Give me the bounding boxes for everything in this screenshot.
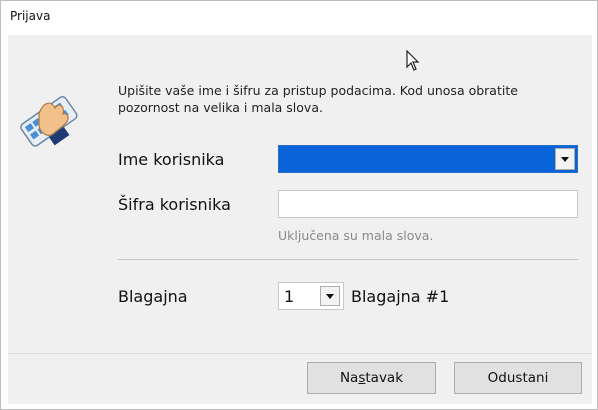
- user-combobox[interactable]: [278, 145, 578, 173]
- register-value: 1: [284, 287, 295, 306]
- password-label: Šifra korisnika: [118, 195, 231, 214]
- next-label-post: tavak: [365, 370, 404, 386]
- register-name: Blagajna #1: [351, 287, 450, 306]
- chevron-down-icon: [561, 156, 569, 162]
- caps-lock-hint: Uključena su mala slova.: [278, 228, 434, 243]
- next-button[interactable]: Na s tavak: [307, 362, 436, 394]
- next-label-pre: Na: [339, 370, 359, 386]
- intro-text: Upišite vaše ime i šifru za pristup poda…: [118, 83, 518, 115]
- cancel-button[interactable]: Odustani: [454, 362, 582, 394]
- chevron-down-icon: [326, 293, 334, 299]
- register-dropdown-button[interactable]: [320, 286, 340, 306]
- next-label-mnemonic: s: [358, 370, 366, 386]
- separator: [118, 259, 578, 260]
- window-title: Prijava: [10, 9, 51, 23]
- cancel-label: Odustani: [487, 370, 549, 386]
- mouse-pointer-icon: [406, 50, 420, 71]
- user-label: Ime korisnika: [118, 150, 225, 169]
- login-keyboard-hand-icon: [20, 96, 78, 147]
- user-dropdown-button[interactable]: [555, 148, 575, 170]
- password-field[interactable]: [278, 190, 578, 218]
- title-bar[interactable]: Prijava: [1, 1, 597, 35]
- register-label: Blagajna: [118, 287, 188, 306]
- register-combobox[interactable]: 1: [278, 282, 344, 310]
